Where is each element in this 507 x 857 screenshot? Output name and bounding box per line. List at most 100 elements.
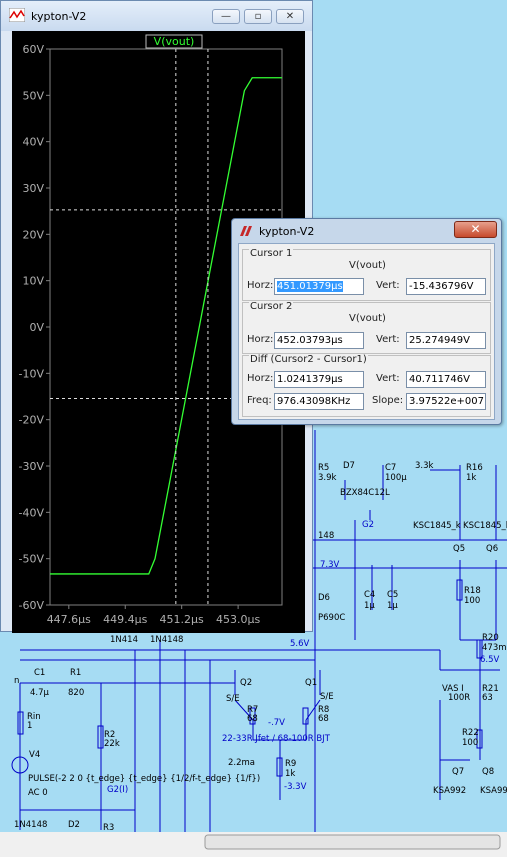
- minimize-button[interactable]: —: [212, 9, 240, 24]
- y-tick-label: 60V: [22, 43, 44, 56]
- cursor2-vert-field[interactable]: 25.274949V: [406, 332, 486, 349]
- maximize-icon: ▫: [254, 11, 262, 22]
- svg-text:1µ: 1µ: [364, 601, 375, 611]
- y-tick-label: 30V: [22, 182, 44, 195]
- diff-vert-field[interactable]: 40.711746V: [406, 371, 486, 388]
- cursor1-heading: Cursor 1: [249, 248, 294, 259]
- svg-text:22-33R Jfet / 68-100R BJT: 22-33R Jfet / 68-100R BJT: [222, 734, 331, 744]
- cursor-dialog[interactable]: kypton-V2 ✕ Cursor 1 V(vout) Horz: 451.0…: [231, 218, 502, 425]
- diff-group: Diff (Cursor2 - Cursor1) Horz: 1.0241379…: [242, 354, 491, 417]
- svg-text:G2: G2: [362, 520, 374, 530]
- cursor2-horz-field[interactable]: 452.03793µs: [274, 332, 364, 349]
- maximize-button[interactable]: ▫: [244, 9, 272, 24]
- cursor2-vert-label: Vert:: [376, 334, 400, 345]
- diff-horz-field[interactable]: 1.0241379µs: [274, 371, 364, 388]
- svg-text:68: 68: [318, 714, 329, 724]
- svg-text:S/E: S/E: [320, 692, 334, 702]
- svg-text:BZX84C12L: BZX84C12L: [340, 488, 390, 498]
- svg-text:D2: D2: [68, 820, 80, 830]
- diff-horz-label: Horz:: [247, 373, 274, 384]
- svg-text:R18: R18: [464, 586, 481, 596]
- svg-text:Q6: Q6: [486, 544, 498, 554]
- y-tick-label: -60V: [19, 599, 45, 612]
- svg-text:R1: R1: [70, 668, 81, 678]
- y-tick-label: 40V: [22, 136, 44, 149]
- cursor-dialog-title: kypton-V2: [259, 225, 315, 238]
- x-tick-label: 451.2µs: [160, 613, 204, 626]
- svg-text:473m: 473m: [482, 643, 507, 653]
- svg-text:68: 68: [247, 714, 258, 724]
- y-tick-label: -20V: [19, 414, 45, 427]
- svg-text:1µ: 1µ: [387, 601, 398, 611]
- svg-text:C7: C7: [385, 463, 396, 473]
- svg-text:-3.3V: -3.3V: [284, 782, 307, 792]
- trace-legend-label: V(vout): [154, 35, 195, 48]
- x-tick-label: 453.0µs: [216, 613, 260, 626]
- cursor1-horz-label: Horz:: [247, 280, 274, 291]
- svg-text:R5: R5: [318, 463, 329, 473]
- waveform-titlebar[interactable]: kypton-V2 — ▫ ✕: [1, 1, 312, 31]
- svg-text:R16: R16: [466, 463, 483, 473]
- minimize-icon: —: [221, 11, 231, 22]
- cursor1-vert-field[interactable]: -15.436796V: [406, 278, 486, 295]
- close-icon: ✕: [470, 222, 481, 236]
- diff-vert-label: Vert:: [376, 373, 400, 384]
- close-icon: ✕: [285, 11, 295, 22]
- svg-text:6.5V: 6.5V: [480, 655, 500, 665]
- y-tick-label: 0V: [29, 321, 44, 334]
- svg-text:100R: 100R: [448, 693, 470, 703]
- cursor1-group: Cursor 1 V(vout) Horz: 451.01379µs Vert:…: [242, 248, 491, 301]
- svg-text:1N4148: 1N4148: [150, 635, 183, 645]
- cursor2-group: Cursor 2 V(vout) Horz: 452.03793µs Vert:…: [242, 301, 491, 354]
- svg-text:R9: R9: [285, 759, 296, 769]
- ltspice-app-icon: [240, 226, 252, 236]
- svg-text:KSC1845_k: KSC1845_k: [413, 521, 461, 531]
- svg-text:S/E: S/E: [226, 694, 240, 704]
- cursor-dialog-close-button[interactable]: ✕: [454, 221, 497, 238]
- y-tick-label: 20V: [22, 228, 44, 241]
- svg-text:KSA992: KSA992: [433, 786, 466, 796]
- svg-text:2.2ma: 2.2ma: [228, 758, 255, 768]
- svg-text:Q1: Q1: [305, 678, 317, 688]
- x-tick-label: 447.6µs: [47, 613, 91, 626]
- svg-text:C4: C4: [364, 590, 375, 600]
- svg-text:D6: D6: [318, 593, 330, 603]
- svg-text:5.6V: 5.6V: [290, 639, 310, 649]
- svg-text:P690C: P690C: [318, 613, 345, 623]
- cursor1-horz-field[interactable]: 451.01379µs: [274, 278, 364, 295]
- diff-slope-field[interactable]: 3.97522e+007: [406, 393, 486, 410]
- svg-text:C5: C5: [387, 590, 398, 600]
- svg-text:PULSE(-2 2 0 {t_edge} {t_edge}: PULSE(-2 2 0 {t_edge} {t_edge} {1/2/f-t_…: [28, 774, 260, 784]
- svg-text:7.3V: 7.3V: [320, 560, 340, 570]
- y-tick-label: -10V: [19, 367, 45, 380]
- svg-text:100µ: 100µ: [385, 473, 407, 483]
- x-tick-label: 449.4µs: [103, 613, 147, 626]
- svg-text:3.3k: 3.3k: [415, 461, 434, 471]
- svg-text:100: 100: [464, 596, 480, 606]
- waveform-window-title: kypton-V2: [31, 10, 87, 23]
- cursor2-signal: V(vout): [349, 313, 386, 324]
- svg-text:4.7µ: 4.7µ: [30, 688, 50, 698]
- cursor2-heading: Cursor 2: [249, 301, 294, 312]
- svg-text:D7: D7: [343, 461, 355, 471]
- svg-text:3.9k: 3.9k: [318, 473, 337, 483]
- diff-heading: Diff (Cursor2 - Cursor1): [249, 354, 368, 365]
- diff-freq-field[interactable]: 976.43098KHz: [274, 393, 364, 410]
- diff-freq-label: Freq:: [247, 395, 272, 406]
- y-tick-label: 10V: [22, 275, 44, 288]
- close-button[interactable]: ✕: [276, 9, 304, 24]
- svg-text:R22: R22: [462, 728, 479, 738]
- svg-text:R3: R3: [103, 823, 114, 833]
- svg-text:Q8: Q8: [482, 767, 494, 777]
- cursor-dialog-titlebar[interactable]: kypton-V2 ✕: [232, 219, 501, 243]
- svg-text:22k: 22k: [104, 739, 120, 749]
- svg-text:G2(I): G2(I): [107, 785, 128, 795]
- y-tick-label: -40V: [19, 506, 45, 519]
- waveform-app-icon: [9, 8, 25, 22]
- svg-text:Q2: Q2: [240, 678, 252, 688]
- cursor2-horz-label: Horz:: [247, 334, 274, 345]
- svg-text:R20: R20: [482, 633, 499, 643]
- svg-text:1k: 1k: [466, 473, 476, 483]
- y-tick-label: 50V: [22, 89, 44, 102]
- svg-text:Q5: Q5: [453, 544, 465, 554]
